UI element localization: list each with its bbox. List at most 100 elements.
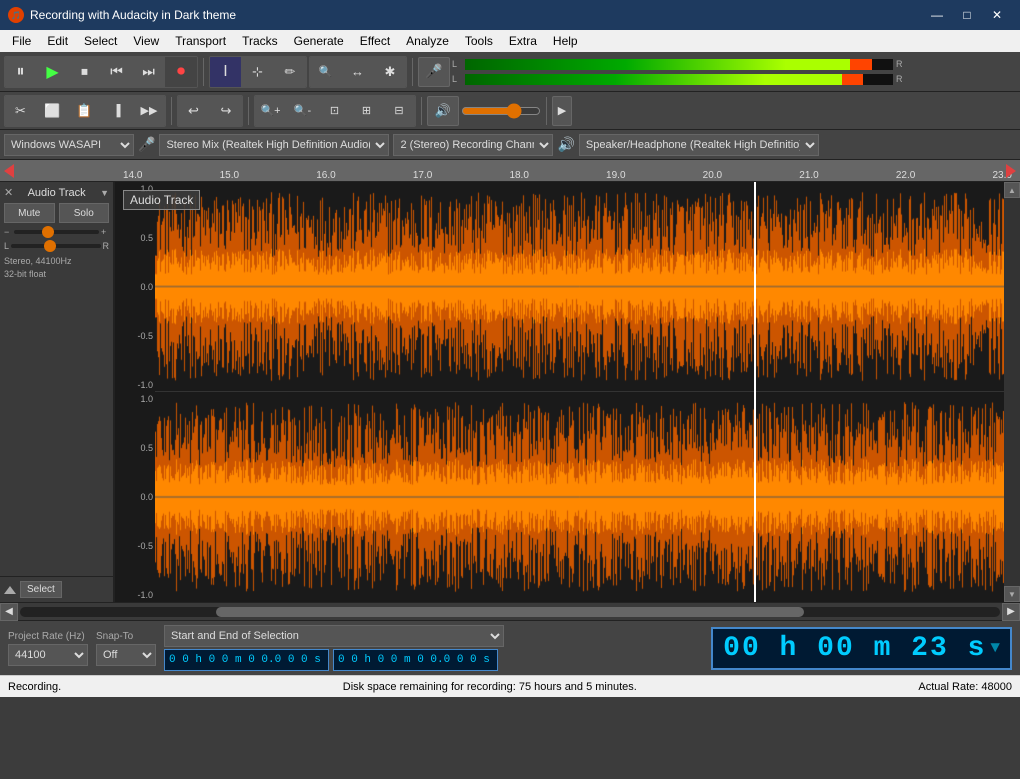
- track-select-bar: Select: [0, 576, 113, 602]
- zoom-in-button-2[interactable]: 🔍+: [255, 96, 287, 126]
- mute-button[interactable]: Mute: [4, 203, 55, 223]
- stop-button[interactable]: ⏹: [69, 57, 101, 87]
- playback-icon[interactable]: 🔊: [427, 96, 459, 126]
- y-label-neg-0-5: -0.5: [115, 331, 155, 341]
- zoom-fit-button[interactable]: ⊡: [319, 96, 351, 126]
- vscroll-down-button[interactable]: ▼: [1004, 586, 1020, 602]
- waveform-channel-top[interactable]: [155, 182, 1004, 392]
- menu-help[interactable]: Help: [545, 32, 586, 50]
- track-collapse-arrow[interactable]: [4, 586, 16, 594]
- menu-tools[interactable]: Tools: [457, 32, 501, 50]
- vu-fill-left-red: [850, 59, 871, 70]
- bottom-toolbar: Project Rate (Hz) 44100 Snap-To Off Star…: [0, 620, 1020, 675]
- output-device-select[interactable]: Speaker/Headphone (Realtek High Definiti…: [579, 134, 819, 156]
- menu-analyze[interactable]: Analyze: [398, 32, 457, 50]
- selection-time-inputs: [164, 649, 703, 671]
- pan-slider-thumb[interactable]: [44, 240, 56, 252]
- time-shift-button[interactable]: ↔: [342, 57, 374, 87]
- y-label-neg-1-0: -1.0: [115, 380, 155, 390]
- skip-back-button[interactable]: ⏮: [101, 57, 133, 87]
- zoom-sel-button[interactable]: ⊞: [351, 96, 383, 126]
- transport-controls: ⏸ ▶ ⏹ ⏮ ⏭ ⏺: [4, 56, 198, 88]
- menu-generate[interactable]: Generate: [286, 32, 352, 50]
- waveform-canvas-top: [155, 182, 1004, 391]
- snap-to-select[interactable]: Off: [96, 644, 156, 666]
- zoom-in-button[interactable]: 🔍: [310, 57, 342, 87]
- selection-end-input[interactable]: [333, 649, 498, 671]
- pan-slider-track: [11, 244, 100, 248]
- input-device-select[interactable]: Stereo Mix (Realtek High Definition Audi…: [159, 134, 389, 156]
- timeline-arrow-left: [4, 164, 14, 178]
- menu-effect[interactable]: Effect: [352, 32, 398, 50]
- menu-select[interactable]: Select: [76, 32, 125, 50]
- playback-sep: [546, 97, 547, 125]
- maximize-button[interactable]: □: [952, 0, 982, 30]
- gain-slider-track: [14, 230, 99, 234]
- mic-icon[interactable]: 🎤: [418, 57, 450, 87]
- zoom-out-button[interactable]: 🔍-: [287, 96, 319, 126]
- multi-tool-button[interactable]: ✱: [374, 57, 406, 87]
- playback-slider[interactable]: [461, 103, 541, 119]
- hscroll-thumb[interactable]: [216, 607, 804, 617]
- selection-type-select[interactable]: Start and End of Selection Start and Len…: [164, 625, 504, 647]
- more-btn[interactable]: ▶: [552, 96, 572, 126]
- status-bar: Recording. Disk space remaining for reco…: [0, 675, 1020, 697]
- envelope-tool-button[interactable]: ⊹: [242, 57, 274, 87]
- host-select[interactable]: Windows WASAPI: [4, 134, 134, 156]
- hscroll-track: [20, 607, 1000, 617]
- copy-button[interactable]: ⬜: [37, 96, 69, 126]
- time-dropdown-arrow[interactable]: ▼: [990, 639, 1000, 657]
- vu-r-label: L: [452, 74, 462, 84]
- close-button[interactable]: ✕: [982, 0, 1012, 30]
- timeline-ruler[interactable]: 14.0 15.0 16.0 17.0 18.0 19.0 20.0 21.0 …: [0, 160, 1020, 182]
- track-dropdown-arrow[interactable]: ▼: [100, 188, 109, 198]
- select-tool-button[interactable]: I: [210, 57, 242, 87]
- vu-bar-right: [464, 73, 894, 86]
- gain-slider-thumb[interactable]: [42, 226, 54, 238]
- trim-button[interactable]: ▐: [101, 96, 133, 126]
- track-select-button[interactable]: Select: [20, 581, 62, 598]
- solo-button[interactable]: Solo: [59, 203, 110, 223]
- channels-select[interactable]: 2 (Stereo) Recording Chann: [393, 134, 553, 156]
- selection-start-input[interactable]: [164, 649, 329, 671]
- waveform-canvas-bottom: [155, 392, 1004, 602]
- pause-button[interactable]: ⏸: [5, 57, 37, 87]
- y-axis-bottom: 1.0 0.5 0.0 -0.5 -1.0: [115, 392, 155, 602]
- hscroll-left-button[interactable]: ◀: [0, 603, 18, 621]
- menu-edit[interactable]: Edit: [39, 32, 76, 50]
- vu-r-label-2: R: [896, 74, 906, 84]
- waveform-track-label: Audio Track: [123, 190, 200, 210]
- minimize-button[interactable]: —: [922, 0, 952, 30]
- waveform-display: Audio Track 1.0 0.5 0.0 -0.5 -1.0 1.0 0.…: [115, 182, 1004, 602]
- silence-button[interactable]: ▶▶: [133, 96, 165, 126]
- record-button[interactable]: ⏺: [165, 57, 197, 87]
- waveform-channel-bottom[interactable]: [155, 392, 1004, 602]
- snap-to-section: Snap-To Off: [96, 631, 156, 666]
- pan-right-label: R: [103, 241, 110, 251]
- skip-forward-button[interactable]: ⏭: [133, 57, 165, 87]
- track-close-button[interactable]: ✕: [4, 186, 13, 199]
- undo-button[interactable]: ↩: [178, 96, 210, 126]
- vu-fill-right-yellow: [765, 74, 842, 85]
- play-button[interactable]: ▶: [37, 57, 69, 87]
- menu-extra[interactable]: Extra: [501, 32, 545, 50]
- zoom-out-full-button[interactable]: ⊟: [383, 96, 415, 126]
- undo-redo-buttons: ↩ ↪: [177, 95, 243, 127]
- track-name-label: Audio Track: [13, 187, 100, 199]
- menu-tracks[interactable]: Tracks: [234, 32, 286, 50]
- menu-view[interactable]: View: [125, 32, 167, 50]
- paste-button[interactable]: 📋: [69, 96, 101, 126]
- redo-button[interactable]: ↪: [210, 96, 242, 126]
- gain-control: − +: [4, 227, 109, 237]
- main-time-value: 00 h 00 m 23 s: [723, 633, 986, 664]
- cut-button[interactable]: ✂: [5, 96, 37, 126]
- gain-plus-icon: +: [101, 227, 109, 237]
- track-controls: ✕ Audio Track ▼ Mute Solo − + L: [0, 182, 115, 602]
- hscroll-right-button[interactable]: ▶: [1002, 603, 1020, 621]
- vscroll-up-button[interactable]: ▲: [1004, 182, 1020, 198]
- y-label-0-0: 0.0: [115, 282, 155, 292]
- menu-transport[interactable]: Transport: [167, 32, 234, 50]
- menu-file[interactable]: File: [4, 32, 39, 50]
- draw-tool-button[interactable]: ✏: [274, 57, 306, 87]
- project-rate-select[interactable]: 44100: [8, 644, 88, 666]
